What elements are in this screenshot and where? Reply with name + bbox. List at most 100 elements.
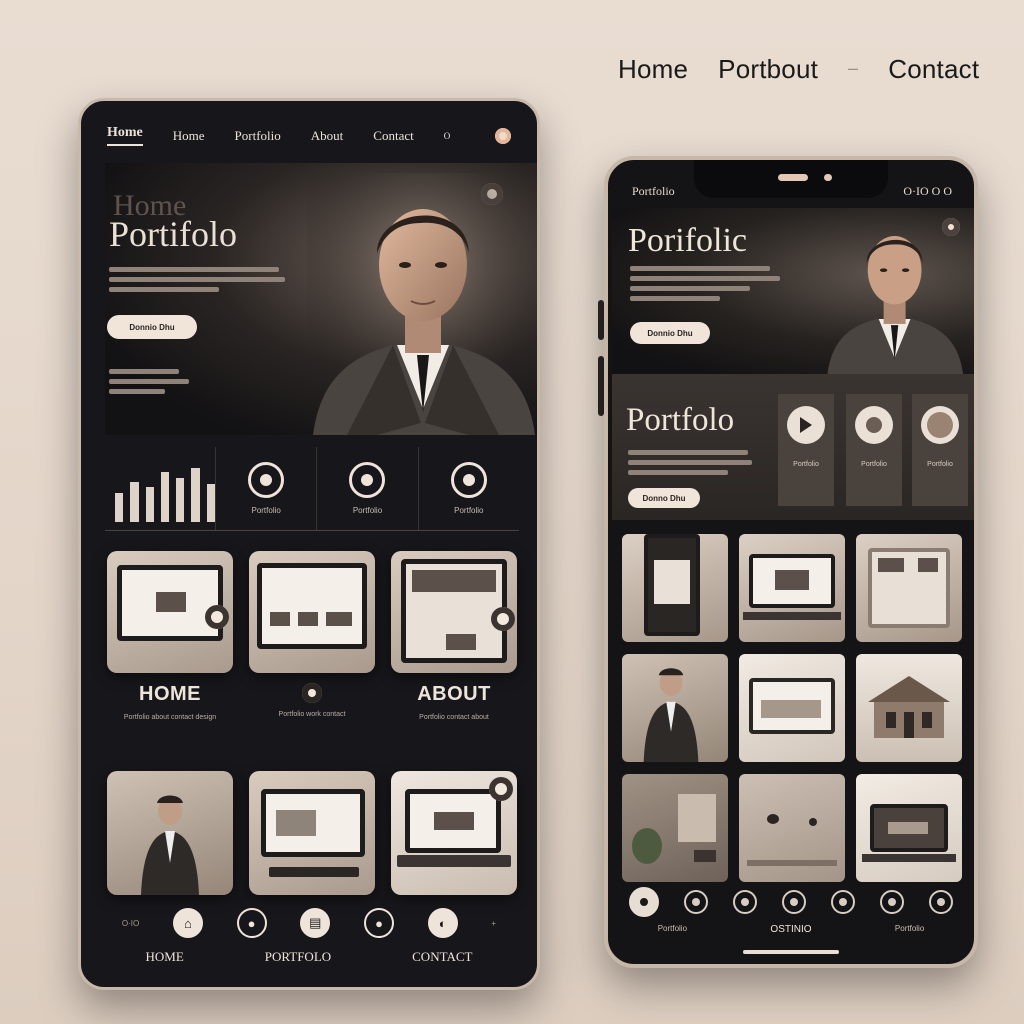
hero-cta-button[interactable]: Donnio Dhu [107, 315, 197, 339]
phone-hero-button[interactable]: Donnio Dhu [630, 322, 710, 344]
laptop-image [405, 789, 501, 853]
monitor-image [261, 789, 365, 857]
project-card[interactable] [249, 551, 375, 673]
phone-tile[interactable] [739, 774, 845, 882]
dock-icon[interactable] [732, 890, 757, 914]
stat-item[interactable]: Portfolio [417, 447, 519, 530]
dock-home-icon[interactable] [628, 887, 659, 917]
top-nav-contact[interactable]: Contact [888, 54, 979, 85]
bar-mark [206, 484, 215, 522]
contact-icon[interactable]: ◐ [427, 908, 458, 938]
card-badge-icon[interactable] [205, 605, 229, 629]
section-title-about: ABOUT [417, 683, 491, 705]
card-badge-icon[interactable] [491, 607, 515, 631]
top-nav-home[interactable]: Home [618, 54, 688, 85]
phone-status-right: O·IO O O [903, 184, 952, 198]
circle-icon[interactable]: ● [236, 908, 267, 938]
home-indicator[interactable] [743, 950, 839, 954]
dock-icon[interactable] [831, 890, 856, 914]
home-icon[interactable]: ⌂ [172, 908, 203, 938]
phone-device-image [644, 534, 700, 636]
dock-label-active[interactable]: OSTINIO [770, 924, 811, 935]
bottom-side-label: O·IO [121, 918, 140, 928]
phone-landscape-image [749, 678, 835, 734]
phone-feature-text [628, 450, 752, 475]
stat-label: Portfolio [251, 506, 281, 515]
phone-tile[interactable] [856, 654, 962, 762]
tablet-nav-item[interactable]: Contact [373, 128, 413, 144]
section-text: Portfolio work contact [278, 711, 346, 718]
hero-sub-text-lines [109, 369, 189, 394]
hero-text-lines [109, 267, 285, 292]
stat-item[interactable]: Portfolio [316, 447, 417, 530]
portfolio-icon[interactable]: ▤ [300, 908, 331, 938]
bottom-nav-home[interactable]: HOME [145, 949, 183, 965]
project-card[interactable] [391, 771, 517, 895]
phone-tile[interactable] [622, 654, 728, 762]
phone-tile[interactable] [622, 774, 728, 882]
tablet-grid-row [107, 771, 517, 895]
section-title-home: HOME [139, 683, 201, 705]
phone-hero-text [630, 266, 780, 301]
tablet-nav-item[interactable]: Home [173, 128, 205, 144]
feature-card[interactable]: Portfolio [912, 394, 968, 506]
bar-mark [130, 482, 139, 522]
card-badge-icon[interactable] [489, 777, 513, 801]
circle-icon[interactable]: ● [364, 908, 394, 938]
tablet-nav-item[interactable]: About [311, 128, 344, 144]
project-card[interactable] [107, 551, 233, 673]
phone-tile[interactable] [622, 534, 728, 642]
section-dot-icon[interactable] [302, 683, 322, 703]
bottom-nav-portfolio[interactable]: PORTFOLO [265, 949, 331, 965]
section-text: Portfolio contact about [419, 714, 489, 721]
tablet-stats-row: Portfolio Portfolio Portfolio [105, 447, 519, 531]
tablet-nav-item[interactable]: Portfolio [235, 128, 281, 144]
phone-laptop-image [870, 804, 948, 852]
tablet-nav-toggle-icon[interactable] [495, 127, 511, 144]
feature-card[interactable]: Portfolio [778, 394, 834, 506]
feature-card[interactable]: Portfolio [846, 394, 902, 506]
dock-label: Portfolio [894, 924, 925, 933]
tablet-mockup: Home Home Portfolio About Contact O Home… [78, 98, 540, 990]
dock-icon[interactable] [929, 890, 954, 914]
feature-card-label: Portfolio [793, 461, 819, 468]
bar-mark [160, 472, 170, 522]
stat-item[interactable]: Portfolio [215, 447, 316, 530]
phone-mockup: Portfolio O·IO O O Porifolic Donnio Dhu … [604, 156, 978, 968]
tablet-nav-home[interactable]: Home [107, 125, 143, 146]
dock-icon[interactable] [880, 890, 905, 914]
phone-tile[interactable] [856, 774, 962, 882]
top-nav-separator: – [848, 58, 859, 78]
top-nav-portfolio[interactable]: Portbout [718, 54, 818, 85]
tablet-bottom-nav: O·IO ⌂ ● ▤ ● ◐ + HOME PORTFOLO CONTACT [105, 905, 513, 973]
tablet-screen-image [117, 565, 223, 641]
bottom-nav-contact[interactable]: CONTACT [412, 949, 472, 965]
project-card[interactable] [391, 551, 517, 673]
phone-tile[interactable] [856, 534, 962, 642]
phone-laptop-image [749, 554, 835, 608]
phone-tile[interactable] [739, 534, 845, 642]
portrait-image [307, 173, 537, 435]
phone-tile[interactable] [739, 654, 845, 762]
phone-feature-button[interactable]: Donno Dhu [628, 488, 700, 508]
tablet-nav: Home Home Portfolio About Contact O [107, 125, 511, 146]
bar-mark [115, 493, 124, 522]
dock-icon[interactable] [683, 890, 708, 914]
project-card[interactable] [249, 771, 375, 895]
ring-icon [349, 462, 386, 498]
phone-person-photo [643, 668, 699, 762]
dashboard-image [401, 559, 507, 663]
bar-mark [176, 478, 185, 522]
bottom-side-label: + [491, 918, 497, 928]
tablet-grid-row [107, 551, 517, 673]
globe-icon [921, 406, 959, 444]
tablet-section-row: HOME Portfolio about contact design Port… [107, 683, 517, 723]
bar-mark [191, 468, 200, 522]
top-nav: Home Portbout – Contact [618, 54, 979, 85]
project-card[interactable] [107, 771, 233, 895]
dock-icon[interactable] [781, 890, 806, 914]
phone-dashboard-image [868, 548, 950, 628]
play-icon [787, 406, 825, 444]
tablet-nav-item[interactable]: O [444, 131, 451, 141]
phone-status-left: Portfolio [632, 184, 675, 198]
